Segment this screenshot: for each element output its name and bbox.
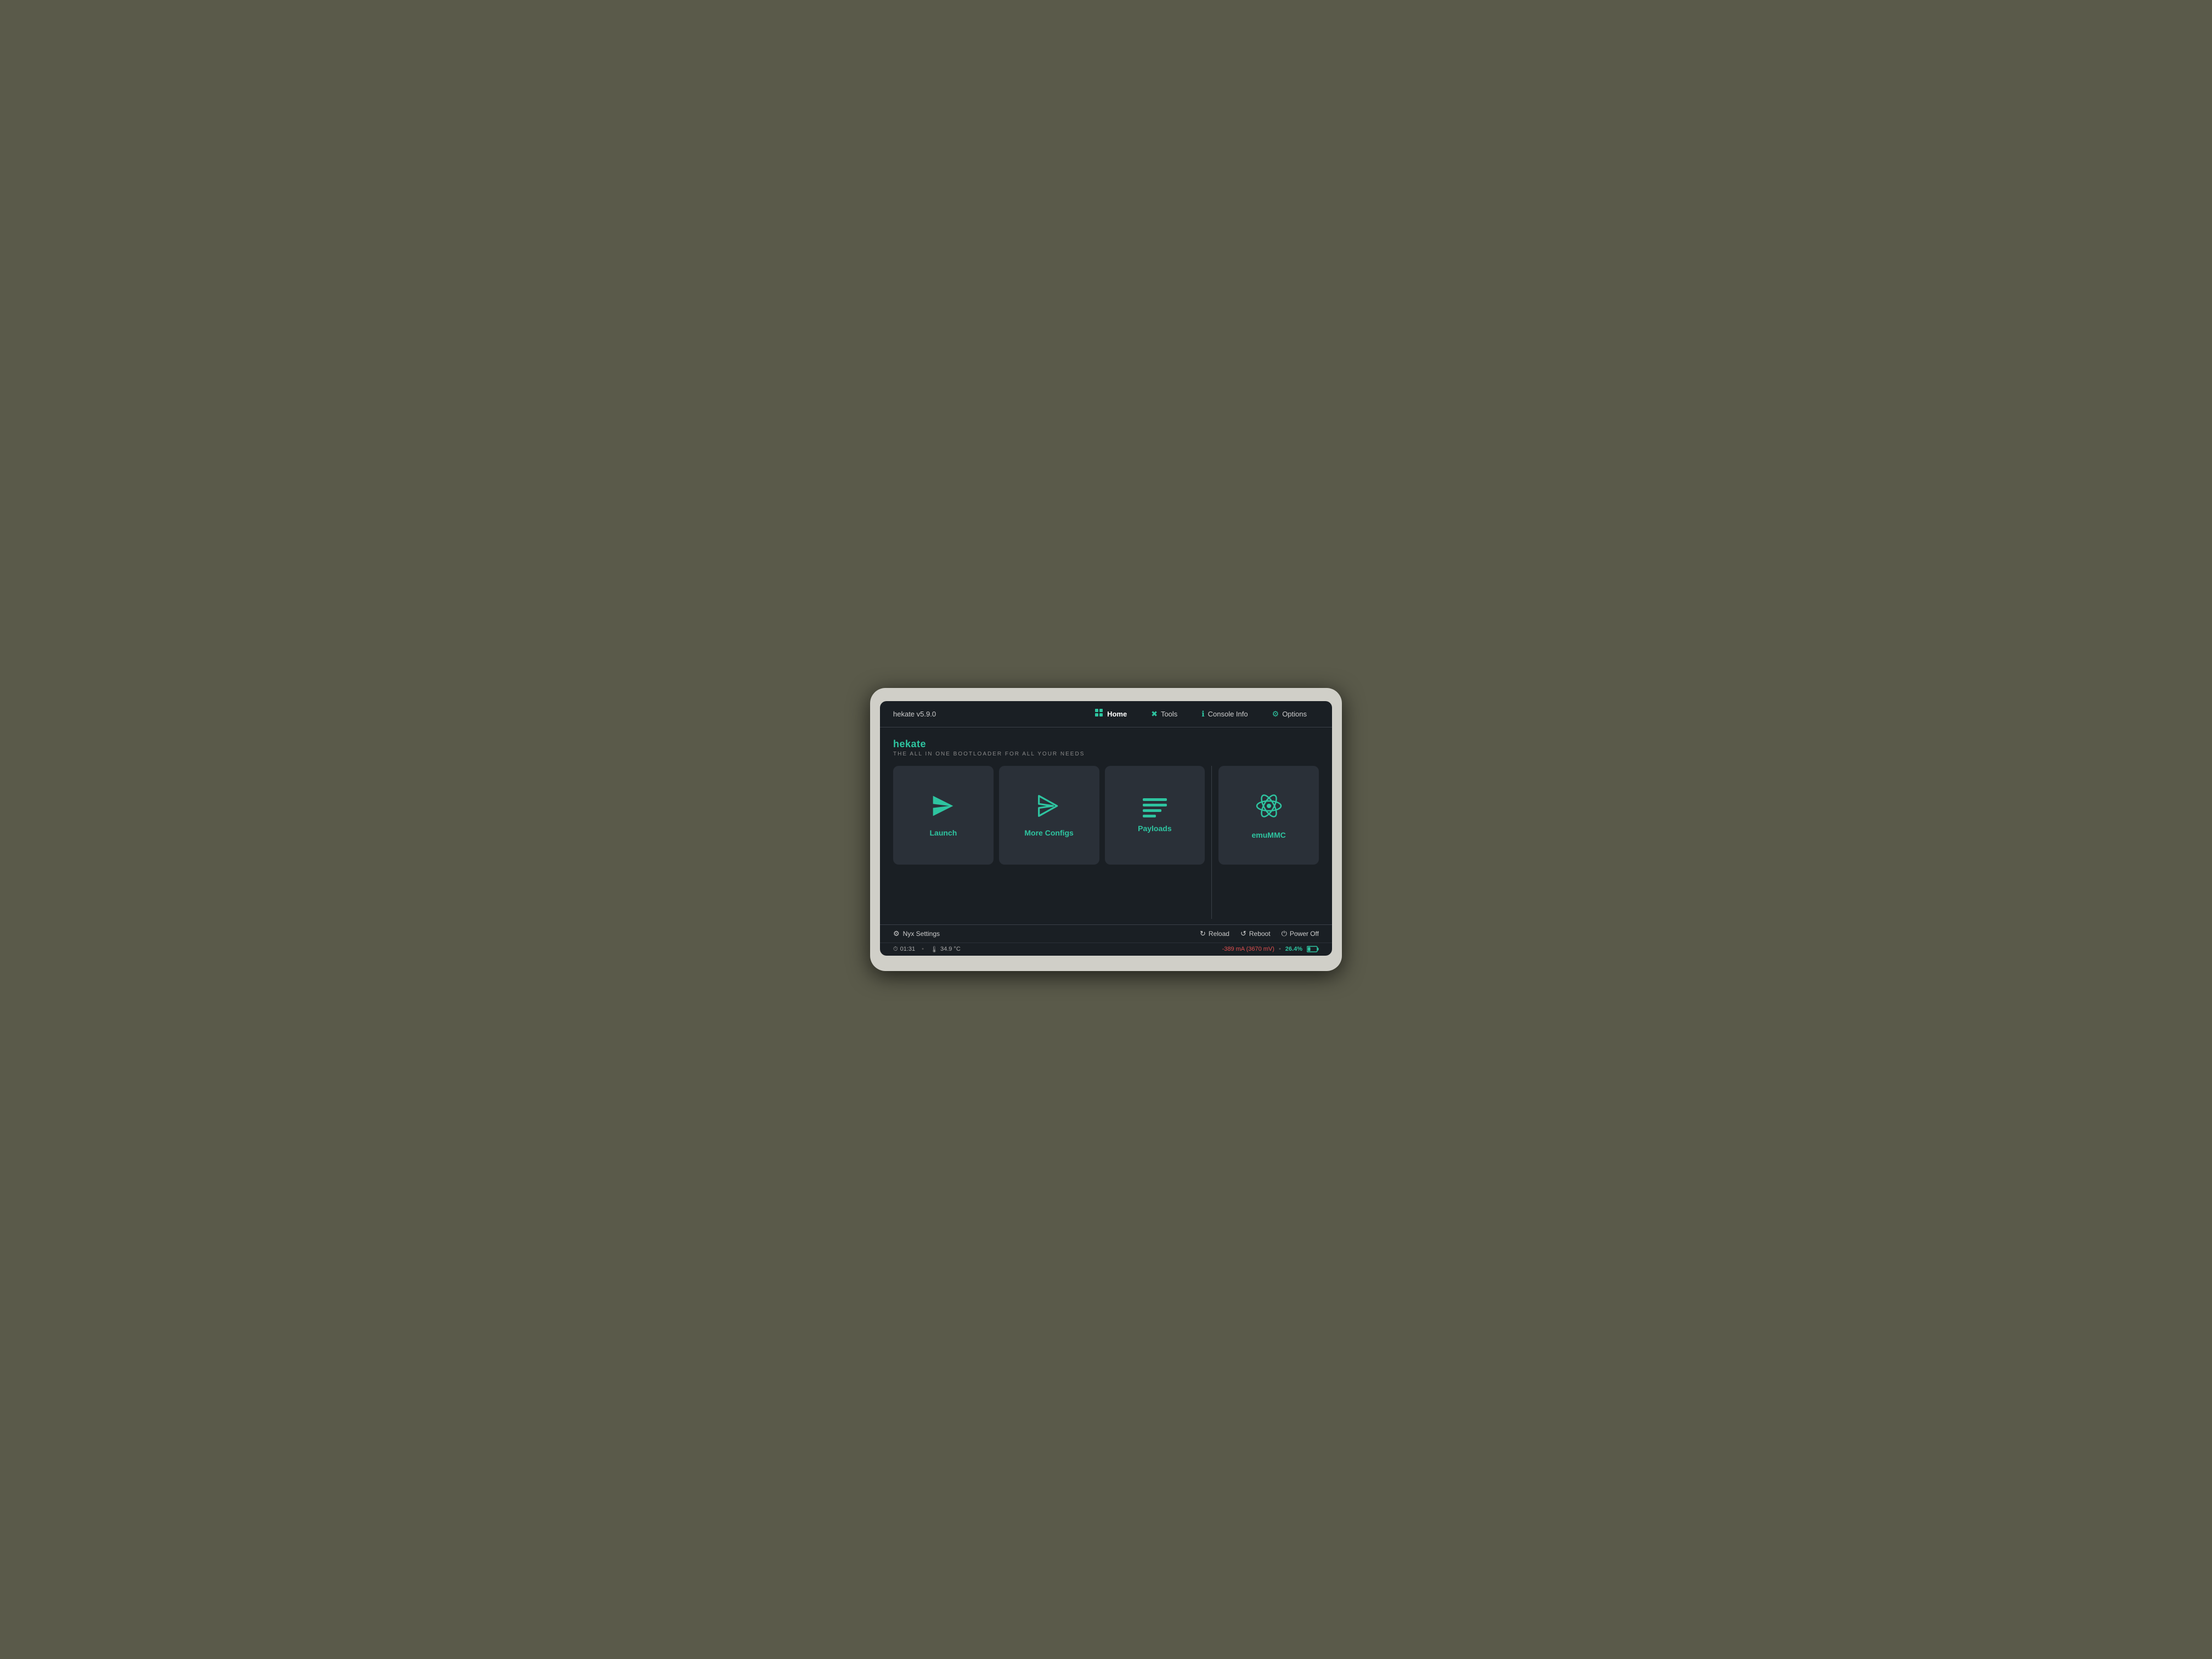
- app-title: hekate: [893, 738, 1319, 750]
- info-icon: ℹ: [1201, 709, 1204, 719]
- atom-icon: [1255, 792, 1283, 824]
- bottom-bar: ⚙ Nyx Settings ↻ Reload ↺ Reboot ⏻ Power…: [880, 924, 1332, 943]
- current-value: -389 mA (3670 mV): [1222, 946, 1274, 952]
- time-value: 01:31: [900, 946, 916, 952]
- status-left: ⏱ 01:31 • 🌡 34.9 °C: [893, 946, 961, 953]
- power-icon: ⏻: [1282, 929, 1287, 938]
- screen: hekate v5.9.0 Home ✖ Tools ℹ C: [880, 701, 1332, 956]
- temp-icon: 🌡: [930, 946, 938, 953]
- card-payloads-label: Payloads: [1138, 824, 1171, 833]
- reload-button[interactable]: ↻ Reload: [1200, 929, 1229, 938]
- nav-home-label: Home: [1107, 710, 1127, 718]
- card-payloads[interactable]: Payloads: [1105, 766, 1205, 865]
- reboot-button[interactable]: ↺ Reboot: [1240, 929, 1271, 938]
- nyx-settings-label: Nyx Settings: [903, 930, 940, 938]
- nav-tools[interactable]: ✖ Tools: [1139, 707, 1189, 721]
- card-launch-label: Launch: [929, 828, 957, 837]
- nyx-settings-button[interactable]: ⚙ Nyx Settings: [893, 929, 940, 938]
- reboot-icon: ↺: [1240, 929, 1246, 938]
- device: hekate v5.9.0 Home ✖ Tools ℹ C: [870, 688, 1342, 971]
- nav-home[interactable]: Home: [1083, 707, 1139, 721]
- status-dot: •: [1279, 946, 1281, 952]
- payloads-lines: [1143, 798, 1167, 817]
- divider: [1211, 766, 1212, 919]
- grid-section: Launch More Configs: [893, 766, 1319, 919]
- more-configs-icon: [1037, 794, 1061, 822]
- main-content: hekate THE ALL IN ONE BOOTLOADER FOR ALL…: [880, 727, 1332, 924]
- bottom-actions: ↻ Reload ↺ Reboot ⏻ Power Off: [1200, 929, 1319, 938]
- nav-console-info-label: Console Info: [1208, 710, 1248, 718]
- card-launch[interactable]: Launch: [893, 766, 994, 865]
- power-off-label: Power Off: [1290, 930, 1319, 938]
- navbar: hekate v5.9.0 Home ✖ Tools ℹ C: [880, 701, 1332, 727]
- card-emunand[interactable]: emuMMC: [1218, 766, 1319, 865]
- payloads-icon: [1143, 798, 1167, 817]
- nav-brand: hekate v5.9.0: [893, 710, 936, 718]
- battery-icon: [1307, 946, 1319, 952]
- app-subtitle: THE ALL IN ONE BOOTLOADER FOR ALL YOUR N…: [893, 751, 1319, 757]
- card-more-configs[interactable]: More Configs: [999, 766, 1099, 865]
- status-separator: •: [922, 946, 924, 952]
- nav-tools-label: Tools: [1161, 710, 1177, 718]
- tools-icon: ✖: [1151, 709, 1158, 719]
- card-more-configs-label: More Configs: [1024, 828, 1073, 837]
- nav-options-label: Options: [1282, 710, 1307, 718]
- status-temp: 🌡 34.9 °C: [930, 946, 961, 953]
- options-gear-icon: ⚙: [1272, 709, 1279, 719]
- home-grid-icon: [1095, 709, 1104, 719]
- launch-icon: [931, 794, 955, 822]
- reboot-label: Reboot: [1249, 930, 1271, 938]
- temp-value: 34.9 °C: [940, 946, 961, 952]
- nav-console-info[interactable]: ℹ Console Info: [1189, 707, 1260, 721]
- power-off-button[interactable]: ⏻ Power Off: [1282, 929, 1319, 938]
- reload-label: Reload: [1209, 930, 1229, 938]
- reload-icon: ↻: [1200, 929, 1206, 938]
- nyx-gear-icon: ⚙: [893, 929, 900, 938]
- status-bar: ⏱ 01:31 • 🌡 34.9 °C -389 mA (3670 mV) • …: [880, 943, 1332, 956]
- clock-icon: ⏱: [893, 946, 898, 953]
- card-emunand-label: emuMMC: [1252, 831, 1286, 839]
- nav-options[interactable]: ⚙ Options: [1260, 707, 1319, 721]
- battery-pct: 26.4%: [1285, 946, 1302, 952]
- status-right: -389 mA (3670 mV) • 26.4%: [1222, 946, 1319, 952]
- status-time: ⏱ 01:31: [893, 946, 915, 953]
